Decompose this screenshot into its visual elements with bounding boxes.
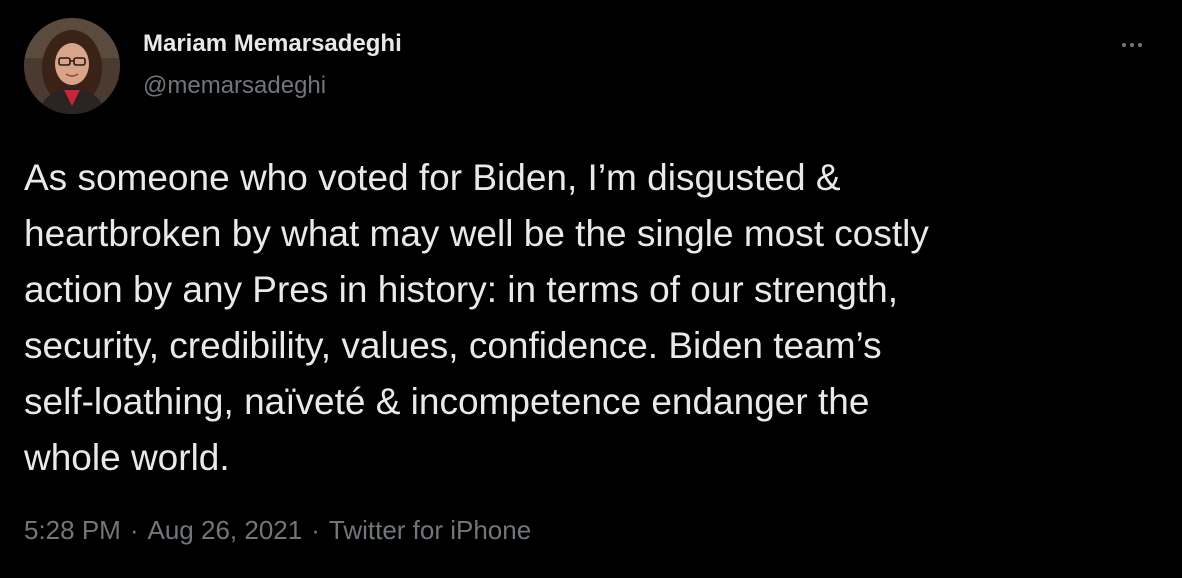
tweet-card: Mariam Memarsadeghi @memarsadeghi As som… — [0, 0, 1182, 578]
more-dot — [1130, 43, 1134, 47]
tweet-text-line: action by any Pres in history: in terms … — [24, 269, 898, 310]
tweet-text-line: As someone who voted for Biden, I’m disg… — [24, 157, 841, 198]
more-icon[interactable] — [1112, 30, 1152, 60]
tweet-date-link[interactable]: Aug 26, 2021 — [148, 515, 303, 545]
meta-separator: · — [129, 515, 139, 545]
tweet-time-link[interactable]: 5:28 PM — [24, 515, 121, 545]
tweet-source-link[interactable]: Twitter for iPhone — [329, 515, 531, 545]
tweet-text: As someone who voted for Biden, I’m disg… — [24, 150, 1164, 486]
more-dot — [1122, 43, 1126, 47]
author-handle[interactable]: @memarsadeghi — [143, 72, 326, 100]
tweet-text-line: security, credibility, values, confidenc… — [24, 325, 882, 366]
tweet-meta: 5:28 PM · Aug 26, 2021 · Twitter for iPhone — [24, 515, 531, 546]
tweet-text-line: heartbroken by what may well be the sing… — [24, 213, 929, 254]
more-dot — [1138, 43, 1142, 47]
tweet-text-line: whole world. — [24, 437, 230, 478]
avatar[interactable] — [24, 18, 120, 114]
avatar-photo — [24, 18, 120, 114]
tweet-text-line: self-loathing, naïveté & incompetence en… — [24, 381, 870, 422]
meta-separator: · — [311, 515, 320, 545]
author-name[interactable]: Mariam Memarsadeghi — [143, 30, 402, 58]
